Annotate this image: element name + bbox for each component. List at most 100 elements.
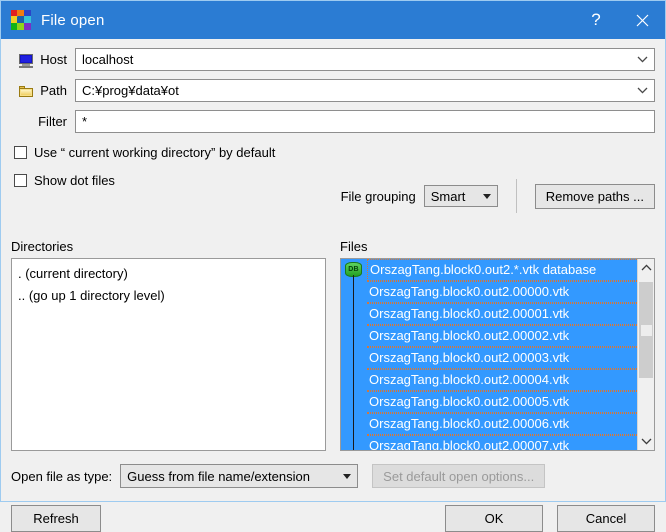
tree-line: [353, 347, 354, 369]
list-item[interactable]: OrszagTang.block0.out2.00004.vtk: [341, 369, 637, 391]
scrollbar-track[interactable]: [638, 276, 654, 433]
file-name: OrszagTang.block0.out2.00006.vtk: [367, 413, 637, 435]
path-label: Path: [40, 83, 67, 98]
folder-icon: [18, 83, 34, 99]
path-label-group: Path: [11, 83, 75, 99]
host-label-group: Host: [11, 52, 75, 68]
grouping-strip: File grouping Smart Remove paths ...: [341, 179, 655, 213]
ok-button[interactable]: OK: [445, 505, 543, 532]
help-button[interactable]: ?: [573, 1, 619, 39]
window-title: File open: [41, 12, 573, 29]
title-bar: File open ?: [1, 1, 665, 39]
divider: [516, 179, 517, 213]
chevron-down-icon: [343, 474, 351, 479]
file-name: OrszagTang.block0.out2.00004.vtk: [367, 369, 637, 391]
tree-line: [353, 369, 354, 391]
files-listbox[interactable]: DB OrszagTang.block0.out2.*.vtk database…: [340, 258, 655, 451]
file-name: OrszagTang.block0.out2.*.vtk database: [367, 259, 637, 281]
visit-app-icon: [11, 10, 31, 30]
scroll-up-button[interactable]: [638, 259, 654, 276]
tree-line: [353, 303, 354, 325]
path-input[interactable]: [75, 79, 655, 102]
chevron-up-icon: [641, 264, 652, 271]
host-combobox[interactable]: [75, 48, 655, 71]
files-scrollbar[interactable]: [637, 259, 654, 450]
close-icon: [636, 14, 649, 27]
open-as-select[interactable]: Guess from file name/extension: [120, 464, 358, 488]
browser-panes: Directories . (current directory) .. (go…: [11, 239, 655, 451]
row-gutter: [341, 413, 367, 435]
tree-line: [353, 281, 354, 303]
refresh-button[interactable]: Refresh: [11, 505, 101, 532]
use-cwd-checkbox[interactable]: [14, 146, 27, 159]
file-grouping-label: File grouping: [341, 189, 416, 204]
row-gutter: [341, 347, 367, 369]
question-mark-icon: ?: [591, 10, 600, 30]
tree-line: [353, 391, 354, 413]
files-pane: Files DB OrszagTang.block0.out2.*.vtk da…: [340, 239, 655, 451]
directories-list: . (current directory) .. (go up 1 direct…: [12, 259, 325, 307]
tree-line: [353, 325, 354, 347]
filter-label-group: Filter: [11, 114, 75, 129]
list-item[interactable]: DB OrszagTang.block0.out2.*.vtk database: [341, 259, 637, 281]
file-grouping-select[interactable]: Smart: [424, 185, 498, 207]
list-item[interactable]: OrszagTang.block0.out2.00002.vtk: [341, 325, 637, 347]
file-name: OrszagTang.block0.out2.00003.vtk: [367, 347, 637, 369]
list-item[interactable]: OrszagTang.block0.out2.00006.vtk: [341, 413, 637, 435]
cancel-button[interactable]: Cancel: [557, 505, 655, 532]
filter-row: Filter: [11, 110, 655, 133]
row-gutter: [341, 435, 367, 450]
scrollbar-thumb[interactable]: [639, 282, 653, 378]
dialog-footer: Open file as type: Guess from file name/…: [11, 463, 655, 532]
list-item[interactable]: OrszagTang.block0.out2.00000.vtk: [341, 281, 637, 303]
show-dot-files-label: Show dot files: [34, 173, 115, 188]
list-item[interactable]: . (current directory): [12, 263, 325, 285]
host-input[interactable]: [75, 48, 655, 71]
row-gutter: [341, 281, 367, 303]
files-title: Files: [340, 239, 655, 254]
file-open-dialog: File open ? Host: [0, 0, 666, 502]
row-gutter: DB: [341, 259, 367, 281]
open-as-value: Guess from file name/extension: [127, 469, 331, 484]
file-name: OrszagTang.block0.out2.00007.vtk: [367, 435, 637, 450]
path-combobox[interactable]: [75, 79, 655, 102]
open-as-label: Open file as type:: [11, 469, 112, 484]
host-label: Host: [40, 52, 67, 67]
list-item[interactable]: OrszagTang.block0.out2.00007.vtk: [341, 435, 637, 450]
row-gutter: [341, 391, 367, 413]
scroll-down-button[interactable]: [638, 433, 654, 450]
row-gutter: [341, 325, 367, 347]
list-item[interactable]: OrszagTang.block0.out2.00001.vtk: [341, 303, 637, 325]
row-gutter: [341, 303, 367, 325]
file-name: OrszagTang.block0.out2.00000.vtk: [367, 281, 637, 303]
close-button[interactable]: [619, 1, 665, 39]
monitor-icon: [18, 52, 34, 68]
db-badge-label: DB: [348, 266, 359, 273]
host-row: Host: [11, 48, 655, 71]
chevron-down-icon: [483, 194, 491, 199]
remove-paths-button[interactable]: Remove paths ...: [535, 184, 655, 209]
set-default-open-options-button[interactable]: Set default open options...: [372, 464, 545, 488]
filter-input[interactable]: [75, 110, 655, 133]
path-row: Path: [11, 79, 655, 102]
action-buttons-row: Refresh OK Cancel: [11, 505, 655, 532]
directories-listbox[interactable]: . (current directory) .. (go up 1 direct…: [11, 258, 326, 451]
file-name: OrszagTang.block0.out2.00005.vtk: [367, 391, 637, 413]
list-item[interactable]: .. (go up 1 directory level): [12, 285, 325, 307]
files-list: DB OrszagTang.block0.out2.*.vtk database…: [341, 259, 637, 450]
use-cwd-checkbox-row[interactable]: Use “ current working directory” by defa…: [11, 141, 655, 163]
file-name: OrszagTang.block0.out2.00001.vtk: [367, 303, 637, 325]
show-dot-files-checkbox[interactable]: [14, 174, 27, 187]
list-item[interactable]: OrszagTang.block0.out2.00003.vtk: [341, 347, 637, 369]
tree-line: [353, 413, 354, 435]
file-name: OrszagTang.block0.out2.00002.vtk: [367, 325, 637, 347]
open-as-row: Open file as type: Guess from file name/…: [11, 463, 655, 489]
list-item[interactable]: OrszagTang.block0.out2.00005.vtk: [341, 391, 637, 413]
dialog-body: Host Path: [1, 39, 665, 501]
directories-pane: Directories . (current directory) .. (go…: [11, 239, 326, 451]
chevron-down-icon: [641, 438, 652, 445]
directories-title: Directories: [11, 239, 326, 254]
use-cwd-label: Use “ current working directory” by defa…: [34, 145, 275, 160]
file-grouping-value: Smart: [431, 189, 471, 204]
tree-line: [353, 435, 354, 450]
